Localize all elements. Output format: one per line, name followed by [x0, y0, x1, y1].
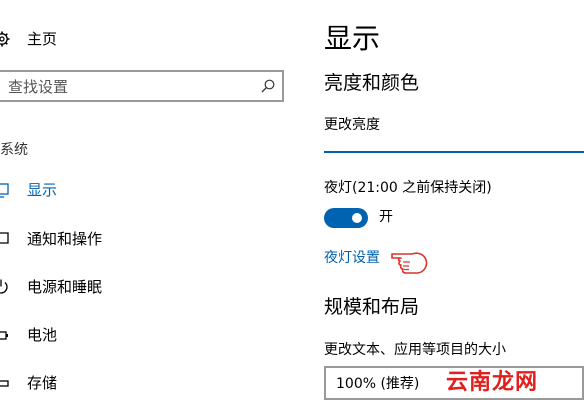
- scale-heading: 规模和布局: [324, 296, 420, 318]
- watermark: 云南龙网: [446, 370, 539, 395]
- main-content: 显示 亮度和颜色 更改亮度 夜灯(21:00 之前保持关闭) 开 夜灯设置 规模…: [324, 0, 584, 412]
- message-icon: [0, 232, 9, 244]
- brightness-slider[interactable]: [324, 151, 584, 153]
- home-label: 主页: [27, 30, 58, 48]
- brightness-label: 更改亮度: [324, 117, 380, 133]
- sidebar-item-label: 电池: [27, 326, 58, 344]
- scale-label: 更改文本、应用等项目的大小: [324, 342, 506, 358]
- toggle-state-label: 开: [379, 209, 393, 225]
- battery-icon: [0, 331, 8, 340]
- sidebar: 主页 查找设置 系统 显示 通知和操作 电源和睡眠 电池 存储: [0, 0, 300, 412]
- nightlight-label: 夜灯(21:00 之前保持关闭): [324, 180, 492, 196]
- sidebar-item-power[interactable]: 电源和睡眠: [0, 274, 300, 300]
- settings-window: 主页 查找设置 系统 显示 通知和操作 电源和睡眠 电池 存储 显示 亮度和颜色…: [0, 0, 584, 412]
- sidebar-item-display[interactable]: 显示: [0, 177, 300, 203]
- scale-dropdown-value: 100% (推荐): [336, 376, 420, 392]
- brightness-heading: 亮度和颜色: [324, 72, 420, 94]
- sidebar-item-storage[interactable]: 存储: [0, 370, 300, 396]
- toggle-knob: [352, 213, 362, 223]
- sidebar-item-label: 显示: [27, 181, 58, 199]
- power-icon: [0, 279, 8, 294]
- monitor-icon: [0, 183, 9, 198]
- pointing-hand-icon: [391, 252, 428, 274]
- gear-icon: [0, 31, 10, 47]
- nightlight-toggle[interactable]: [324, 208, 368, 228]
- search-input[interactable]: 查找设置: [0, 70, 284, 102]
- sidebar-item-label: 存储: [27, 374, 58, 392]
- sidebar-item-label: 电源和睡眠: [27, 278, 103, 296]
- sidebar-item-notifications[interactable]: 通知和操作: [0, 226, 300, 252]
- section-title: 系统: [0, 142, 28, 158]
- sidebar-item-label: 通知和操作: [27, 230, 103, 248]
- search-icon: [261, 79, 275, 93]
- sidebar-item-battery[interactable]: 电池: [0, 322, 300, 348]
- page-title: 显示: [324, 22, 381, 55]
- nightlight-settings-link[interactable]: 夜灯设置: [324, 248, 380, 268]
- search-placeholder: 查找设置: [8, 78, 69, 96]
- storage-icon: [0, 380, 9, 387]
